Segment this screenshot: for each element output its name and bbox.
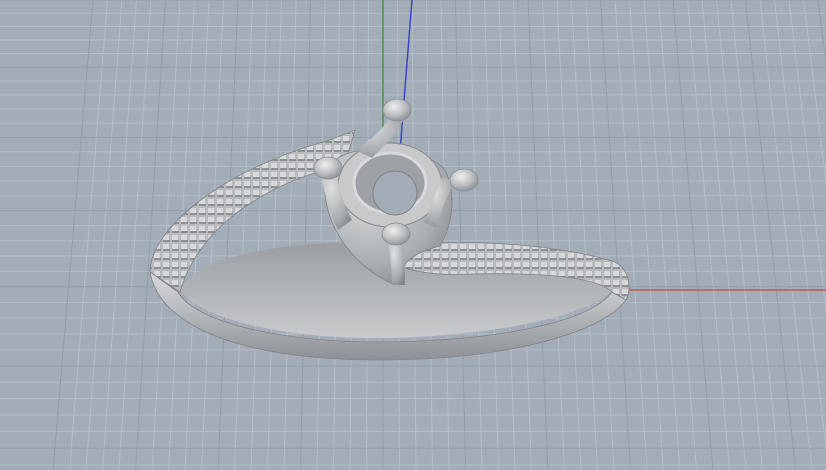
grid-line-vertical bbox=[52, 0, 94, 470]
grid-line-vertical bbox=[217, 0, 239, 470]
grid-line-vertical bbox=[85, 0, 123, 470]
grid-line-vertical bbox=[745, 0, 796, 470]
grid-line-vertical bbox=[469, 0, 483, 470]
grid-line-vertical bbox=[283, 0, 297, 470]
grid-line-vertical bbox=[672, 0, 714, 470]
grid-line-vertical bbox=[817, 0, 826, 67]
grid-line-vertical bbox=[527, 0, 549, 470]
viewport-canvas[interactable] bbox=[0, 0, 826, 470]
grid-line-vertical bbox=[542, 0, 565, 470]
grid-line-vertical bbox=[774, 0, 826, 453]
grid-line-vertical bbox=[267, 0, 282, 470]
grid-line-vertical bbox=[614, 0, 648, 470]
grid-line-vertical bbox=[643, 0, 681, 470]
grid-line-vertical bbox=[234, 0, 253, 470]
grid-line-vertical bbox=[484, 0, 499, 470]
ring-setting-hole bbox=[372, 170, 418, 216]
grid-line-vertical bbox=[730, 0, 780, 470]
grid-line-vertical bbox=[629, 0, 664, 470]
grid-line-vertical bbox=[600, 0, 631, 470]
grid-line-vertical bbox=[250, 0, 268, 470]
grid-line-vertical bbox=[300, 0, 311, 470]
grid-line-vertical bbox=[571, 0, 598, 470]
grid-line-vertical bbox=[118, 0, 152, 470]
grid-line-vertical bbox=[759, 0, 813, 470]
grid-line-vertical bbox=[658, 0, 697, 470]
grid-line-vertical bbox=[102, 0, 137, 470]
grid-line-vertical bbox=[556, 0, 582, 470]
grid-line-vertical bbox=[135, 0, 166, 470]
grid-line-vertical bbox=[316, 0, 326, 470]
grid-line-vertical bbox=[513, 0, 532, 470]
grid-line-vertical bbox=[69, 0, 108, 470]
prong-front-tip bbox=[381, 222, 411, 246]
prong-right-tip bbox=[449, 168, 479, 192]
grid-line-vertical bbox=[455, 0, 466, 470]
prong-left-tip bbox=[313, 156, 343, 180]
grid-line-vertical bbox=[498, 0, 516, 470]
grid-line-vertical bbox=[585, 0, 615, 470]
prong-top-tip bbox=[382, 98, 412, 122]
grid-line-vertical bbox=[803, 0, 826, 187]
3d-viewport[interactable] bbox=[0, 0, 826, 470]
